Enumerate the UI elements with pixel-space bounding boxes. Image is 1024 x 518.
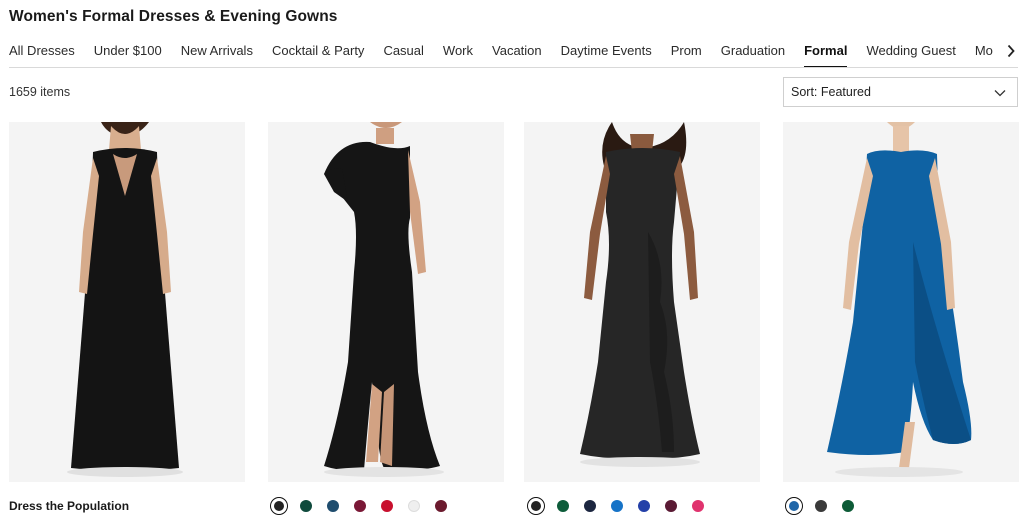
swatch-fill — [788, 500, 799, 511]
sort-selected-value: Sort: Featured — [791, 85, 871, 99]
color-swatch[interactable] — [785, 497, 803, 515]
sort-dropdown[interactable]: Sort: Featured — [783, 77, 1018, 107]
product-card[interactable] — [783, 122, 1019, 482]
color-swatch[interactable] — [300, 500, 312, 512]
color-swatch[interactable] — [611, 500, 623, 512]
product-card[interactable] — [524, 122, 760, 482]
color-swatch[interactable] — [815, 500, 827, 512]
product-image[interactable] — [524, 122, 760, 482]
product-image[interactable] — [268, 122, 504, 482]
nav-divider — [9, 67, 1018, 68]
color-swatch[interactable] — [408, 500, 420, 512]
product-photo — [827, 122, 972, 477]
color-swatch[interactable] — [557, 500, 569, 512]
tab-prom[interactable]: Prom — [671, 34, 702, 67]
color-swatch[interactable] — [527, 497, 545, 515]
color-swatch[interactable] — [270, 497, 288, 515]
color-swatch[interactable] — [665, 500, 677, 512]
product-card[interactable] — [9, 122, 245, 482]
page-title: Women's Formal Dresses & Evening Gowns — [9, 8, 338, 25]
product-photo — [67, 122, 183, 477]
tab-work[interactable]: Work — [443, 34, 473, 67]
category-nav: All Dresses Under $100 New Arrivals Cocktai… — [0, 34, 1024, 68]
tab-graduation[interactable]: Graduation — [721, 34, 785, 67]
tab-all-dresses[interactable]: All Dresses — [9, 34, 75, 67]
product-brand[interactable]: Dress the Population — [9, 499, 129, 513]
color-swatch[interactable] — [638, 500, 650, 512]
tab-new-arrivals[interactable]: New Arrivals — [181, 34, 253, 67]
tab-under-100[interactable]: Under $100 — [94, 34, 162, 67]
tab-daytime-events[interactable]: Daytime Events — [561, 34, 652, 67]
swatch-fill — [530, 500, 541, 511]
item-count: 1659 items — [9, 85, 71, 99]
product-image[interactable] — [783, 122, 1019, 482]
chevron-right-icon — [1007, 44, 1015, 58]
product-card[interactable] — [268, 122, 504, 482]
tab-wedding-guest[interactable]: Wedding Guest — [866, 34, 955, 67]
color-swatch[interactable] — [435, 500, 447, 512]
color-swatch[interactable] — [584, 500, 596, 512]
tab-mother-of-the-bride[interactable]: Mother of the Bride — [975, 34, 993, 67]
color-swatch[interactable] — [381, 500, 393, 512]
color-swatch[interactable] — [354, 500, 366, 512]
tab-formal[interactable]: Formal — [804, 34, 848, 67]
color-swatch[interactable] — [327, 500, 339, 512]
color-swatch[interactable] — [692, 500, 704, 512]
product-photo — [580, 122, 700, 467]
product-image[interactable] — [9, 122, 245, 482]
tab-cocktail-party[interactable]: Cocktail & Party — [272, 34, 364, 67]
category-tabs: All Dresses Under $100 New Arrivals Cocktai… — [9, 34, 993, 67]
color-swatch[interactable] — [842, 500, 854, 512]
nav-scroll-right-button[interactable] — [1002, 42, 1020, 60]
product-photo — [324, 122, 444, 477]
tab-vacation[interactable]: Vacation — [492, 34, 542, 67]
chevron-down-icon — [994, 90, 1006, 97]
tab-casual[interactable]: Casual — [383, 34, 423, 67]
swatch-fill — [273, 500, 284, 511]
